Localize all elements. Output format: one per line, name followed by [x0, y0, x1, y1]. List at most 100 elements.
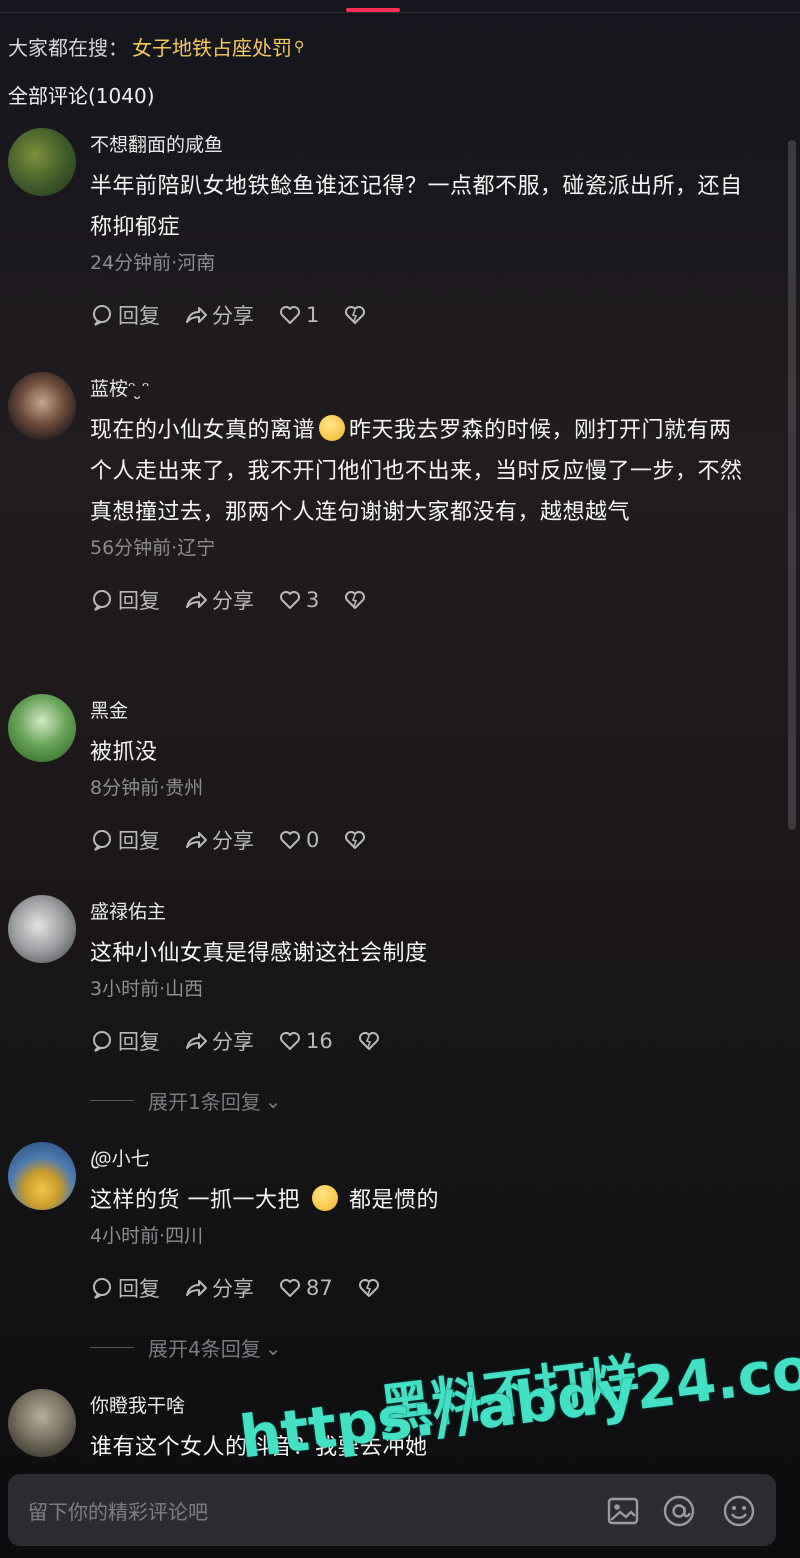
like-button[interactable]: 3	[278, 588, 319, 612]
share-label: 分享	[212, 829, 254, 853]
broken-heart-icon	[345, 831, 366, 849]
broken-heart-icon	[358, 1279, 379, 1297]
reply-button[interactable]: 回复	[90, 585, 160, 615]
share-label: 分享	[212, 589, 254, 613]
dislike-button[interactable]	[343, 588, 371, 612]
comment-text: 现在的小仙女真的离谱 昨天我去罗森的时候，刚打开门就有两个人走出来了，我不开门他们…	[90, 410, 750, 533]
divider	[90, 1100, 134, 1101]
avatar[interactable]	[8, 372, 76, 440]
comment-username[interactable]: @ꦿ小七	[90, 1146, 750, 1172]
trending-search-prefix: 大家都在搜：	[8, 36, 128, 60]
share-arrow-icon	[186, 1280, 207, 1296]
reply-bubble-icon	[93, 1031, 111, 1052]
reply-label: 回复	[118, 304, 160, 328]
divider	[90, 1347, 134, 1348]
comment-username[interactable]: 黑金	[90, 698, 750, 724]
broken-heart-icon	[345, 591, 366, 609]
comment-text: 这样的货 一抓一大把 都是惯的	[90, 1180, 750, 1221]
share-label: 分享	[212, 1030, 254, 1054]
comment-username[interactable]: 不想翻面的咸鱼	[90, 132, 750, 158]
reply-button[interactable]: 回复	[90, 1273, 160, 1303]
share-label: 分享	[212, 1277, 254, 1301]
share-arrow-icon	[186, 592, 207, 608]
grimace-emoji-icon	[319, 415, 346, 441]
share-button[interactable]: 分享	[184, 825, 254, 855]
reply-button[interactable]: 回复	[90, 1026, 160, 1056]
dislike-button[interactable]	[343, 828, 371, 852]
trending-search[interactable]: 大家都在搜： 女子地铁占座处罚 ⚲	[8, 32, 304, 61]
like-button[interactable]: 1	[278, 303, 319, 327]
heart-icon	[280, 1279, 300, 1297]
avatar[interactable]	[8, 1389, 76, 1457]
chevron-down-icon: ⌄	[264, 1088, 282, 1113]
comment-input-bar[interactable]: 留下你的精彩评论吧	[8, 1474, 776, 1546]
search-icon: ⚲	[294, 38, 305, 55]
divider	[0, 12, 800, 13]
broken-heart-icon	[345, 306, 366, 324]
like-count: 3	[306, 588, 320, 612]
share-button[interactable]: 分享	[184, 1026, 254, 1056]
comment-meta: 3小时前·山西	[90, 978, 204, 1000]
like-button[interactable]: 0	[278, 828, 319, 852]
share-arrow-icon	[186, 307, 207, 323]
comment-text-part: 都是惯的	[341, 1188, 439, 1213]
comment-username[interactable]: 蓝桉ᵔ ̮ᵔ	[90, 376, 750, 402]
comments-count-heading: 全部评论(1040)	[8, 84, 155, 108]
reply-button[interactable]: 回复	[90, 300, 160, 330]
comment-text-part: 这样的货 一抓一大把	[90, 1188, 300, 1213]
image-icon[interactable]	[604, 1492, 642, 1530]
dislike-button[interactable]	[343, 303, 371, 327]
like-count: 87	[306, 1276, 333, 1300]
like-count: 0	[306, 828, 320, 852]
dislike-button[interactable]	[357, 1029, 385, 1053]
reply-bubble-icon	[93, 590, 111, 611]
comment-text: 被抓没	[90, 740, 158, 765]
expand-replies-label: 展开4条回复	[148, 1337, 261, 1361]
chevron-down-icon: ⌄	[264, 1335, 282, 1360]
heart-icon	[280, 591, 300, 609]
comment-meta: 8分钟前·贵州	[90, 777, 204, 799]
comment-text: 这种小仙女真是得感谢这社会制度	[90, 941, 428, 966]
heart-icon	[280, 831, 300, 849]
crying-emoji-icon	[311, 1185, 338, 1211]
reply-bubble-icon	[93, 830, 111, 851]
share-arrow-icon	[186, 1033, 207, 1049]
reply-label: 回复	[118, 1277, 160, 1301]
reply-label: 回复	[118, 829, 160, 853]
emoji-icon[interactable]	[720, 1492, 758, 1530]
comment-meta: 4小时前·四川	[90, 1225, 204, 1247]
avatar[interactable]	[8, 1142, 76, 1210]
comment-text: 半年前陪趴女地铁鲶鱼谁还记得？一点都不服，碰瓷派出所，还自称抑郁症	[90, 174, 743, 240]
like-button[interactable]: 87	[278, 1276, 333, 1300]
reply-button[interactable]: 回复	[90, 825, 160, 855]
avatar[interactable]	[8, 895, 76, 963]
at-mention-icon[interactable]	[660, 1492, 698, 1530]
share-button[interactable]: 分享	[184, 300, 254, 330]
reply-bubble-icon	[93, 305, 111, 326]
avatar[interactable]	[8, 694, 76, 762]
broken-heart-icon	[358, 1032, 379, 1050]
share-button[interactable]: 分享	[184, 1273, 254, 1303]
expand-replies-label: 展开1条回复	[148, 1090, 261, 1114]
comment-username[interactable]: 盛禄佑主	[90, 899, 750, 925]
like-button[interactable]: 16	[278, 1029, 333, 1053]
like-count: 16	[306, 1029, 333, 1053]
comment-meta: 24分钟前·河南	[90, 252, 216, 274]
share-label: 分享	[212, 304, 254, 328]
share-arrow-icon	[186, 832, 207, 848]
like-count: 1	[306, 303, 320, 327]
avatar[interactable]	[8, 128, 76, 196]
scrollbar[interactable]	[788, 140, 796, 830]
reply-label: 回复	[118, 589, 160, 613]
comment-text-part: 现在的小仙女真的离谱	[90, 418, 316, 443]
trending-search-keyword[interactable]: 女子地铁占座处罚	[132, 32, 292, 61]
share-button[interactable]: 分享	[184, 585, 254, 615]
reply-label: 回复	[118, 1030, 160, 1054]
heart-icon	[280, 306, 300, 324]
expand-replies-button[interactable]: 展开1条回复 ⌄	[90, 1086, 750, 1115]
dislike-button[interactable]	[357, 1276, 385, 1300]
comment-input-placeholder[interactable]: 留下你的精彩评论吧	[28, 1496, 208, 1525]
comment-meta: 56分钟前·辽宁	[90, 537, 216, 559]
heart-icon	[280, 1032, 300, 1050]
reply-bubble-icon	[93, 1278, 111, 1299]
